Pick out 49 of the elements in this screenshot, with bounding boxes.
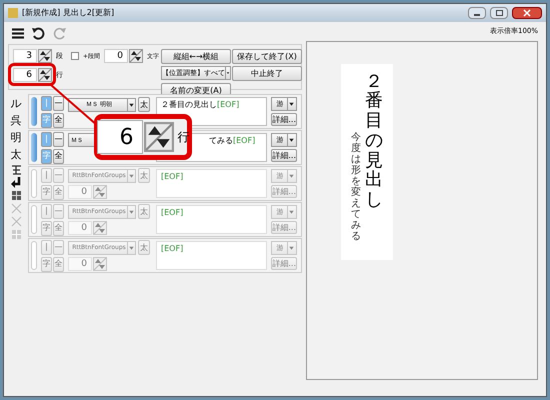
text-area[interactable]: [EOF] bbox=[156, 169, 268, 198]
vertical-toggle[interactable]: | bbox=[41, 168, 52, 182]
font-sample[interactable]: 明 bbox=[10, 130, 22, 145]
columns-field[interactable]: 3 bbox=[13, 49, 37, 63]
full-toggle[interactable]: 全 bbox=[53, 220, 64, 236]
lines-field[interactable]: 6 bbox=[13, 68, 37, 82]
vertical-toggle[interactable]: | bbox=[41, 204, 52, 218]
horizontal-toggle[interactable]: — bbox=[53, 168, 64, 182]
char-toggle[interactable]: 字 bbox=[41, 148, 52, 164]
detail-button[interactable]: 詳細... bbox=[271, 221, 297, 234]
full-toggle[interactable]: 全 bbox=[53, 184, 64, 200]
horizontal-toggle[interactable]: — bbox=[53, 132, 64, 146]
bold-toggle[interactable]: 太 bbox=[138, 97, 150, 112]
size-field[interactable]: 0 bbox=[68, 257, 92, 271]
full-toggle[interactable]: 全 bbox=[53, 112, 64, 128]
detail-button[interactable]: 詳細... bbox=[271, 257, 297, 270]
full-toggle[interactable]: 全 bbox=[53, 148, 64, 164]
window-title: [新規作成] 見出し2[更新] bbox=[22, 7, 116, 19]
vertical-toggle[interactable]: | bbox=[41, 132, 52, 146]
font-sample[interactable]: ル bbox=[10, 96, 22, 111]
size-field[interactable]: 0 bbox=[68, 221, 92, 235]
text-area[interactable]: [EOF] bbox=[156, 241, 268, 270]
font-sample[interactable]: 呉 bbox=[10, 113, 22, 128]
action-button[interactable]: 中止終了 bbox=[232, 66, 302, 81]
full-toggle[interactable]: 全 bbox=[53, 256, 64, 272]
vertical-toggle[interactable]: | bbox=[41, 96, 52, 110]
horizontal-toggle[interactable]: — bbox=[53, 240, 64, 254]
detail-button[interactable]: 詳細... bbox=[271, 185, 297, 198]
char-toggle[interactable]: 字 bbox=[41, 256, 52, 272]
preview-title: ２番目の見出し bbox=[365, 72, 383, 212]
bold-toggle[interactable]: 太 bbox=[138, 204, 150, 219]
detail-button[interactable]: 詳細... bbox=[271, 149, 297, 162]
char-toggle[interactable]: 字 bbox=[41, 220, 52, 236]
lines-field[interactable]: 6 bbox=[96, 120, 142, 154]
action-button[interactable]: 縦組←→横組 bbox=[161, 49, 231, 64]
bold-toggle[interactable]: 太 bbox=[138, 168, 150, 183]
size-field[interactable]: 0 bbox=[68, 185, 92, 199]
detail-button[interactable]: 詳細... bbox=[271, 113, 297, 126]
char-toggle[interactable]: 字 bbox=[41, 112, 52, 128]
char-toggle[interactable]: 字 bbox=[41, 184, 52, 200]
preview-subtitle: 今度は形を変えてみる bbox=[351, 132, 361, 244]
horizontal-toggle[interactable]: — bbox=[53, 204, 64, 218]
vertical-toggle[interactable]: | bbox=[41, 240, 52, 254]
font-sample[interactable]: 太 bbox=[10, 147, 22, 162]
action-button[interactable]: 保存して終了(X) bbox=[232, 49, 302, 64]
horizontal-toggle[interactable]: — bbox=[53, 96, 64, 110]
text-area[interactable]: [EOF] bbox=[156, 205, 268, 234]
gap-field[interactable]: 0 bbox=[104, 49, 128, 63]
bold-toggle[interactable]: 太 bbox=[138, 240, 150, 255]
